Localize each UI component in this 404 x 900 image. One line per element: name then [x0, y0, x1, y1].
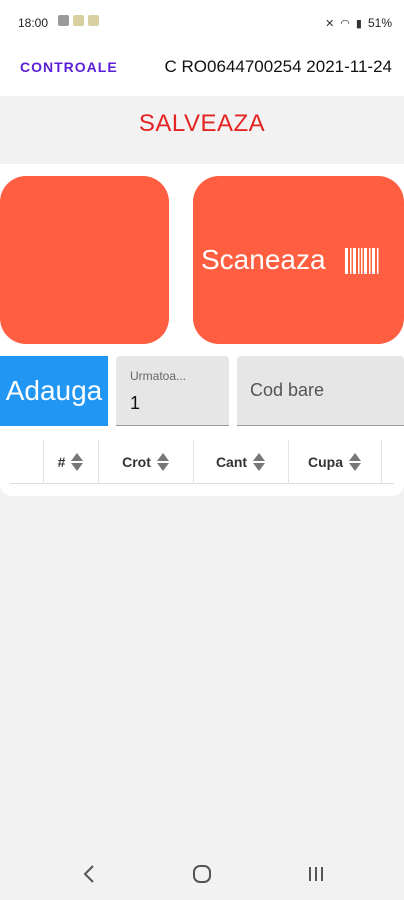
tab-controale[interactable]: CONTROALE	[20, 59, 118, 75]
column-header-crot[interactable]: Crot	[98, 440, 193, 484]
save-button[interactable]: SALVEAZA	[0, 110, 404, 138]
sort-icon	[71, 453, 84, 471]
wifi-icon: ◠	[340, 17, 350, 30]
recents-icon[interactable]	[306, 864, 326, 884]
sort-icon	[253, 453, 266, 471]
barcode-icon	[345, 248, 379, 274]
barcode-input[interactable]: Cod bare	[237, 356, 404, 426]
table-header: # Crot Cant Cupa	[10, 440, 394, 484]
status-bar: 18:00 ✕ ◠ ▮ 51%	[0, 0, 404, 44]
document-info: C RO0644700254 2021-11-24	[164, 57, 392, 76]
column-label: Cant	[215, 454, 248, 470]
blank-tile-button[interactable]	[0, 176, 169, 344]
app-header: CONTROALE C RO0644700254 2021-11-24	[0, 44, 404, 96]
column-label: #	[57, 454, 66, 470]
system-icons: ✕ ◠ ▮ 51%	[325, 16, 392, 30]
app-notification-icon	[88, 15, 99, 26]
next-number-value: 1	[130, 393, 141, 413]
save-row: SALVEAZA	[0, 96, 404, 164]
main-card: Scaneaza Adauga Urmatoa... 1 Cod bare # …	[0, 164, 404, 496]
column-header-cupa[interactable]: Cupa	[288, 440, 382, 484]
system-nav-bar	[0, 846, 404, 900]
next-number-field[interactable]: Urmatoa... 1	[116, 356, 229, 426]
back-icon[interactable]	[82, 864, 96, 884]
column-header-cant[interactable]: Cant	[193, 440, 288, 484]
sort-icon	[349, 453, 361, 471]
sort-icon	[156, 453, 169, 471]
notification-icons	[58, 15, 99, 26]
app-notification-icon	[73, 15, 84, 26]
battery-level: 51%	[367, 16, 392, 30]
barcode-placeholder: Cod bare	[250, 380, 325, 400]
signal-icon: ▮	[355, 17, 362, 30]
add-button[interactable]: Adauga	[0, 356, 108, 426]
scan-button-label: Scaneaza	[201, 244, 326, 275]
scan-button[interactable]: Scaneaza	[193, 176, 404, 344]
teams-notification-icon	[58, 15, 69, 26]
home-icon[interactable]	[192, 864, 212, 884]
column-label: Crot	[122, 454, 151, 470]
column-label: Cupa	[308, 454, 343, 470]
column-header-number[interactable]: #	[43, 440, 98, 484]
next-number-label: Urmatoa...	[130, 369, 187, 383]
mute-icon: ✕	[325, 17, 335, 30]
status-time: 18:00	[18, 16, 49, 30]
